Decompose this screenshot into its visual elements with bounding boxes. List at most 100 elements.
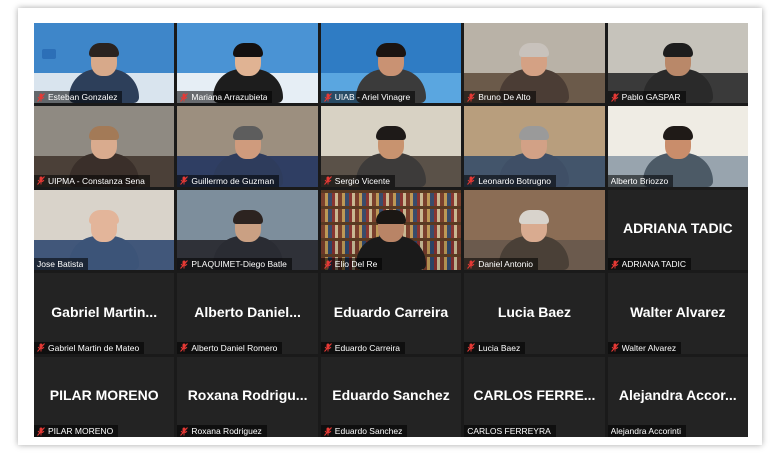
muted-mic-icon xyxy=(37,343,45,352)
participant-name: Alejandra Accorinti xyxy=(610,426,681,436)
person-hair xyxy=(89,126,120,141)
participant-tile[interactable]: ADRIANA TADIC ADRIANA TADIC xyxy=(607,189,748,271)
muted-mic-icon xyxy=(323,93,332,102)
participant-tile[interactable]: PILAR MORENO PILAR MORENO xyxy=(34,356,175,437)
muted-mic-icon xyxy=(610,93,619,102)
participant-tile[interactable]: Gabriel Martin... Gabriel Martin de Mateo xyxy=(34,273,175,354)
participant-tile[interactable]: Guillermo de Guzman xyxy=(177,106,318,187)
participant-name-bar: CARLOS FERREYRA xyxy=(464,425,556,437)
muted-mic-icon xyxy=(37,93,45,102)
participant-name-bar: Alberto Briozzo xyxy=(607,174,674,187)
participant-name-bar: Bruno De Alto xyxy=(464,91,536,104)
muted-mic-icon xyxy=(467,259,476,269)
muted-mic-icon xyxy=(323,259,332,269)
participant-name-bar: UIPMA - Constanza Sena xyxy=(34,174,150,187)
person-hair xyxy=(662,43,693,58)
participant-name: UIAB - Ariel Vinagre xyxy=(334,92,411,103)
participant-name-bar: Eduardo Sanchez xyxy=(320,425,408,437)
muted-mic-icon xyxy=(37,176,45,186)
participant-name: UIPMA - Constanza Sena xyxy=(48,175,145,186)
person-hair xyxy=(375,209,406,224)
participant-name-bar: Alberto Daniel Romero xyxy=(177,341,283,354)
participant-name-bar: Esteban Gonzalez xyxy=(34,91,123,104)
person-hair xyxy=(89,209,120,224)
person-hair xyxy=(375,126,406,141)
participant-tile[interactable]: Bruno De Alto xyxy=(464,23,605,104)
participant-name: Mariana Arrazubieta xyxy=(191,92,268,103)
participant-name-bar: Daniel Antonio xyxy=(464,258,539,271)
participant-name-bar: Pablo GASPAR xyxy=(607,91,686,104)
participant-name-bar: Eduardo Carreira xyxy=(320,341,405,354)
participant-name: CARLOS FERREYRA xyxy=(467,426,551,436)
participant-name-bar: PLAQUIMET-Diego Batle xyxy=(177,258,292,271)
participant-tile[interactable]: Elio Del Re xyxy=(320,189,462,271)
participant-tile[interactable]: Alberto Daniel... Alberto Daniel Romero xyxy=(177,273,318,354)
participant-name: Alberto Briozzo xyxy=(610,175,669,186)
participant-tile[interactable]: UIPMA - Constanza Sena xyxy=(34,106,175,187)
muted-mic-icon xyxy=(467,176,476,186)
participant-tile[interactable]: Jose Batista xyxy=(34,189,175,271)
participant-tile[interactable]: Roxana Rodrigu... Roxana Rodriguez xyxy=(177,356,318,437)
participant-tile[interactable]: Sergio Vicente xyxy=(320,106,462,187)
participant-tile[interactable]: Lucia Baez Lucia Baez xyxy=(464,273,605,354)
person-hair xyxy=(662,126,693,141)
participant-tile[interactable]: Eduardo Sanchez Eduardo Sanchez xyxy=(320,356,462,437)
participant-name-bar: Guillermo de Guzman xyxy=(177,174,280,187)
muted-mic-icon xyxy=(180,343,189,352)
participant-tile[interactable]: PLAQUIMET-Diego Batle xyxy=(177,189,318,271)
screenshot-frame: Esteban Gonzalez Mariana Arrazubieta UIAB … xyxy=(18,8,762,445)
muted-mic-icon xyxy=(323,343,332,352)
participant-tile[interactable]: Esteban Gonzalez xyxy=(34,23,175,104)
participant-name: Daniel Antonio xyxy=(478,259,534,270)
participant-name-bar: ADRIANA TADIC xyxy=(607,258,691,271)
participant-display-name: ADRIANA TADIC xyxy=(622,220,733,237)
person-hair xyxy=(375,43,406,58)
participant-display-name: Alejandra Accor... xyxy=(618,387,737,404)
participant-tile[interactable]: Leonardo Botrugno xyxy=(464,106,605,187)
participant-name-bar: Leonardo Botrugno xyxy=(464,174,556,187)
participant-tile[interactable]: Alberto Briozzo xyxy=(607,106,748,187)
participant-name-bar: Walter Alvarez xyxy=(607,341,682,354)
wall-logo xyxy=(42,48,56,59)
gallery-grid: Esteban Gonzalez Mariana Arrazubieta UIAB … xyxy=(34,23,748,437)
muted-mic-icon xyxy=(180,176,189,186)
participant-display-name: Roxana Rodrigu... xyxy=(187,387,308,404)
participant-display-name: Gabriel Martin... xyxy=(51,303,158,320)
participant-tile[interactable]: Daniel Antonio xyxy=(464,189,605,271)
participant-display-name: PILAR MORENO xyxy=(49,387,159,404)
muted-mic-icon xyxy=(467,343,476,352)
participant-tile[interactable]: Walter Alvarez Walter Alvarez xyxy=(607,273,748,354)
participant-tile[interactable]: Pablo GASPAR xyxy=(607,23,748,104)
participant-name-bar: Mariana Arrazubieta xyxy=(177,91,273,104)
participant-tile[interactable]: UIAB - Ariel Vinagre xyxy=(320,23,462,104)
participant-name: Bruno De Alto xyxy=(478,92,531,103)
participant-display-name: Alberto Daniel... xyxy=(194,303,301,320)
participant-name: Pablo GASPAR xyxy=(621,92,681,103)
muted-mic-icon xyxy=(610,343,619,352)
participant-tile[interactable]: Alejandra Accor... Alejandra Accorinti xyxy=(607,356,748,437)
person-hair xyxy=(232,209,263,224)
participant-name-bar: Alejandra Accorinti xyxy=(607,425,686,437)
participant-tile[interactable]: Eduardo Carreira Eduardo Carreira xyxy=(320,273,462,354)
muted-mic-icon xyxy=(180,93,189,102)
participant-name-bar: UIAB - Ariel Vinagre xyxy=(320,91,416,104)
participant-name: Guillermo de Guzman xyxy=(191,175,275,186)
participant-name: Elio Del Re xyxy=(334,259,378,270)
participant-display-name: Walter Alvarez xyxy=(630,303,726,320)
participant-display-name: Eduardo Sanchez xyxy=(332,387,450,404)
participant-name: Roxana Rodriguez xyxy=(191,426,262,436)
participant-name-bar: Lucia Baez xyxy=(464,341,526,354)
person-hair xyxy=(519,209,550,224)
participant-name: Esteban Gonzalez xyxy=(48,92,118,103)
person-hair xyxy=(232,126,263,141)
participant-name: Gabriel Martin de Mateo xyxy=(48,342,140,353)
person-hair xyxy=(89,43,120,58)
participant-tile[interactable]: Mariana Arrazubieta xyxy=(177,23,318,104)
participant-name-bar: Jose Batista xyxy=(34,258,89,271)
participant-name: Walter Alvarez xyxy=(621,342,677,353)
person-hair xyxy=(519,126,550,141)
participant-display-name: Lucia Baez xyxy=(497,303,571,320)
participant-name-bar: PILAR MORENO xyxy=(34,425,119,437)
participant-tile[interactable]: CARLOS FERRE... CARLOS FERREYRA xyxy=(464,356,605,437)
participant-name: Leonardo Botrugno xyxy=(478,175,551,186)
